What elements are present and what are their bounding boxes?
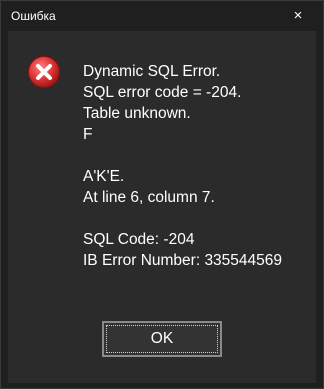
dialog-title: Ошибка [11,9,56,23]
message-line: SQL error code = -204. [83,84,242,101]
ok-button[interactable]: OK [102,321,222,357]
message-line: IB Error Number: 335544569 [83,252,283,269]
message-line: At line 6, column 7. [83,189,215,206]
error-dialog: Ошибка × Dynamic SQL Error. SQL error co… [0,0,324,389]
message-line: F [83,126,93,143]
title-bar[interactable]: Ошибка × [1,1,323,31]
message-line: Table unknown. [83,105,191,122]
error-message: Dynamic SQL Error. SQL error code = -204… [83,61,311,271]
close-button[interactable]: × [289,7,307,25]
dialog-content: Dynamic SQL Error. SQL error code = -204… [8,31,316,383]
message-line: Dynamic SQL Error. [83,63,221,80]
error-icon [28,56,60,88]
message-line: SQL Code: -204 [83,231,195,248]
message-line: A'K'E. [83,168,125,185]
